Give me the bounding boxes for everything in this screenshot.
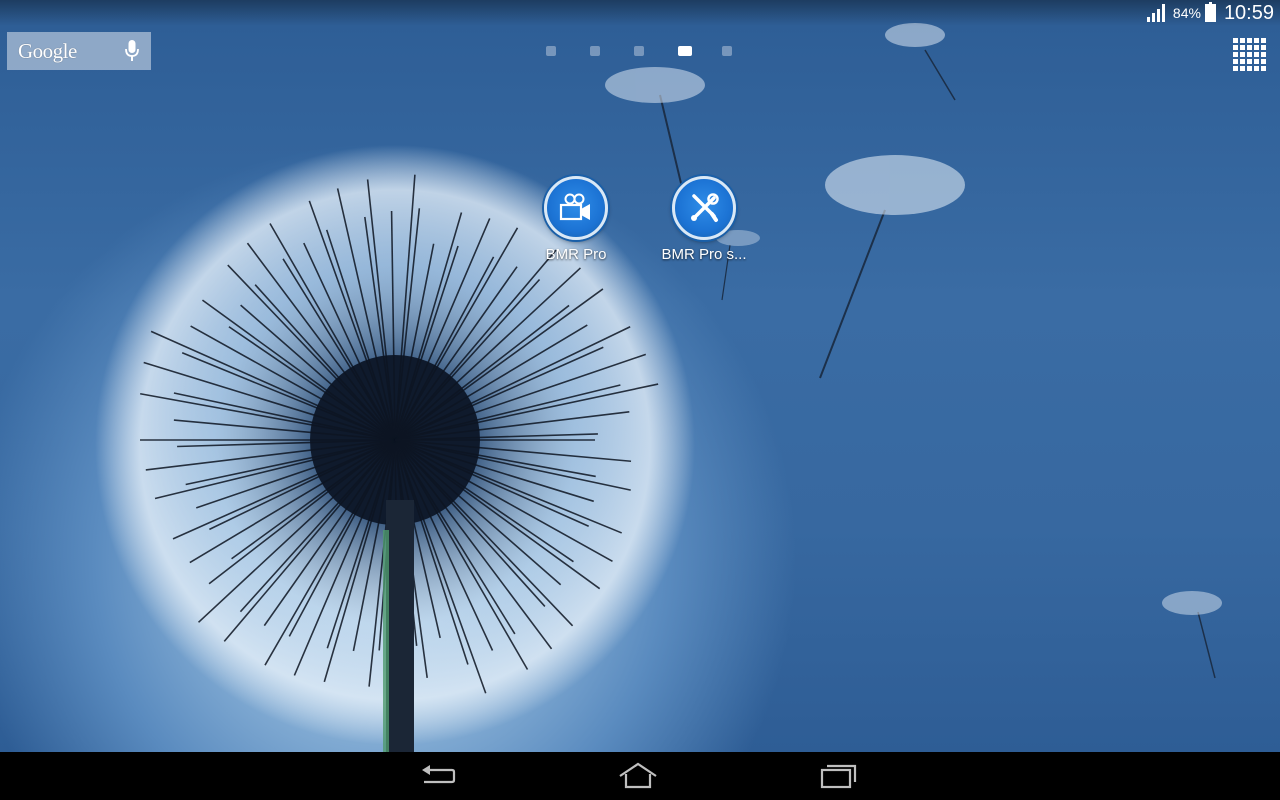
app-shortcut-bmr-pro[interactable]: BMR Pro (521, 176, 631, 263)
app-shortcut-bmr-pro-settings[interactable]: BMR Pro s... (649, 176, 759, 263)
video-camera-icon[interactable] (544, 176, 608, 240)
app-label: BMR Pro (545, 246, 607, 263)
battery-percent: 84% (1172, 5, 1201, 21)
dandelion-wallpaper-art (95, 23, 1222, 752)
battery-icon (1204, 2, 1216, 22)
page-dot[interactable] (722, 46, 732, 56)
mic-icon[interactable] (125, 40, 139, 62)
google-search-widget[interactable]: Google (7, 32, 151, 70)
signal-icon (1146, 4, 1169, 22)
google-logo: Google (18, 38, 77, 63)
back-icon[interactable] (418, 762, 458, 790)
app-label: BMR Pro s... (661, 246, 747, 263)
apps-drawer-button[interactable] (1232, 37, 1266, 71)
page-dot[interactable] (590, 46, 600, 56)
page-dot-active[interactable] (678, 46, 692, 56)
wallpaper (0, 0, 1280, 752)
page-indicator (546, 46, 766, 56)
status-indicators: 84% 10:59 (1146, 0, 1274, 26)
page-dot[interactable] (634, 46, 644, 56)
wrench-screwdriver-icon[interactable] (672, 176, 736, 240)
home-icon[interactable] (618, 762, 658, 790)
clock: 10:59 (1223, 1, 1274, 24)
recent-apps-icon[interactable] (818, 762, 858, 790)
status-bar: 84% 10:59 (0, 0, 1280, 26)
page-dot[interactable] (546, 46, 556, 56)
navigation-bar (0, 752, 1280, 800)
